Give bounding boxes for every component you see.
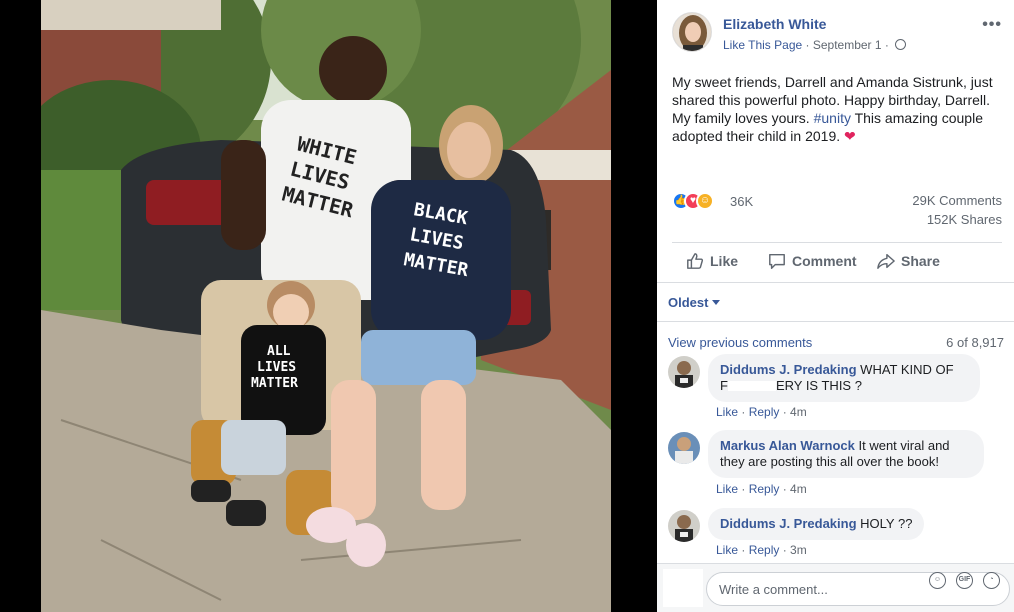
gif-icon[interactable]: GIF [956, 572, 973, 589]
comment-actions: Like · Reply · 4m [716, 482, 807, 496]
emoji-icon[interactable]: ☺ [929, 572, 946, 589]
like-page-link[interactable]: Like This Page [723, 38, 802, 52]
comment-text-a: It went viral and [858, 438, 950, 453]
divider [672, 242, 1002, 243]
commenter-name[interactable]: Diddums J. Predaking [720, 362, 857, 377]
post-actions: Like Comment Share [672, 244, 1002, 278]
comment-icon [769, 253, 785, 269]
commenter-avatar[interactable] [668, 356, 700, 388]
redaction-mark [727, 381, 776, 391]
child-shirt-line-2: LIVES [257, 360, 296, 375]
post-header: Elizabeth White Like This Page · Septemb… [672, 12, 1002, 56]
haha-reaction-icon: ☺ [696, 192, 714, 210]
commenter-name[interactable]: Diddums J. Predaking [720, 516, 857, 531]
photo-illustration: WHITE LIVES MATTER BLACK LIVES MATTER AL… [41, 0, 611, 612]
comment-text-b: F [720, 378, 728, 393]
author-avatar[interactable] [672, 12, 712, 52]
comment-bubble: Diddums J. Predaking HOLY ?? [708, 508, 925, 540]
sort-label: Oldest [668, 295, 709, 310]
meta-separator: · [802, 38, 813, 52]
current-user-avatar [663, 569, 703, 607]
reaction-icons[interactable]: 👍 ♥ ☺ [672, 192, 714, 210]
comment-time[interactable]: 3m [790, 543, 807, 557]
post-date[interactable]: September 1 [813, 38, 882, 52]
comment-text-b: they are posting this all over the book! [720, 454, 939, 469]
commenter-name[interactable]: Markus Alan Warnock [720, 438, 855, 453]
comment-composer: Write a comment... ☺ GIF ◔ [657, 563, 1014, 612]
share-icon [877, 253, 895, 269]
comment-reply-link[interactable]: Reply [749, 405, 780, 419]
comment-reply-link[interactable]: Reply [749, 543, 780, 557]
reaction-summary: 👍 ♥ ☺ 36K 29K Comments 152K Shares [672, 190, 1002, 230]
globe-icon [895, 39, 907, 50]
composer-icons: ☺ GIF ◔ [929, 572, 1000, 589]
child-shirt-line-1: ALL [267, 344, 291, 359]
share-label: Share [901, 253, 940, 269]
child-shirt-line-3: MATTER [251, 376, 298, 391]
comment-time[interactable]: 4m [790, 405, 807, 419]
shares-count[interactable]: 152K Shares [927, 212, 1002, 227]
reaction-count[interactable]: 36K [730, 194, 753, 209]
comments-count[interactable]: 29K Comments [912, 193, 1002, 208]
view-previous-comments-link[interactable]: View previous comments [668, 335, 812, 350]
comment-text-a: WHAT KIND OF [860, 362, 954, 377]
comment-text-a: HOLY ?? [860, 516, 913, 531]
comment-label: Comment [792, 253, 857, 269]
post-meta: Like This Page · September 1 · [723, 38, 907, 52]
comment-actions: Like · Reply · 3m [716, 543, 807, 557]
sticker-icon[interactable]: ◔ [983, 572, 1000, 589]
post-text: My sweet friends, Darrell and Amanda Sis… [672, 73, 1002, 145]
comment-sort-dropdown[interactable]: Oldest [668, 295, 721, 310]
divider [657, 321, 1014, 322]
comment-bubble: Markus Alan Warnock It went viral and th… [708, 430, 984, 478]
heart-icon: ❤ [844, 128, 856, 144]
hashtag-link[interactable]: #unity [814, 110, 851, 126]
meta-separator-2: · [881, 38, 893, 52]
share-button[interactable]: Share [877, 252, 940, 270]
author-name[interactable]: Elizabeth White [723, 16, 826, 32]
comment-button[interactable]: Comment [768, 252, 857, 270]
comment-reply-link[interactable]: Reply [749, 482, 780, 496]
commenter-avatar[interactable] [668, 432, 700, 464]
like-label: Like [710, 253, 739, 269]
comment-bubble: Diddums J. Predaking WHAT KIND OF F ERY I… [708, 354, 980, 402]
commenter-avatar[interactable] [668, 510, 700, 542]
comment-count-indicator: 6 of 8,917 [946, 335, 1004, 350]
comment-text-c: ERY IS THIS ? [775, 378, 862, 393]
thumbs-up-icon [687, 253, 704, 269]
more-options-icon[interactable]: ••• [982, 16, 1002, 34]
post-side-panel: Elizabeth White Like This Page · Septemb… [657, 0, 1014, 612]
caret-down-icon [712, 300, 721, 305]
divider [657, 282, 1014, 283]
like-button[interactable]: Like [686, 252, 738, 270]
comment-time[interactable]: 4m [790, 482, 807, 496]
comment-like-link[interactable]: Like [716, 543, 738, 557]
comment-actions: Like · Reply · 4m [716, 405, 807, 419]
comment-like-link[interactable]: Like [716, 405, 738, 419]
comment-like-link[interactable]: Like [716, 482, 738, 496]
photo-viewer: WHITE LIVES MATTER BLACK LIVES MATTER AL… [0, 0, 657, 612]
post-photo[interactable]: WHITE LIVES MATTER BLACK LIVES MATTER AL… [41, 0, 611, 612]
